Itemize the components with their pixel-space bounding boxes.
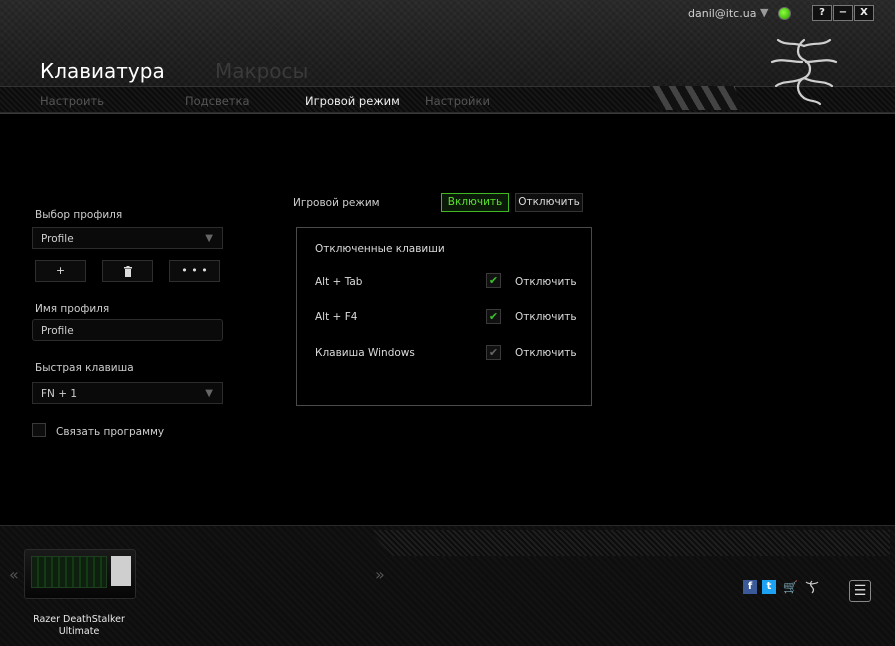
- alt-f4-disable-label: Отключить: [515, 311, 577, 323]
- header-stripes-decoration: [650, 86, 742, 110]
- more-options-button[interactable]: • • •: [169, 260, 220, 282]
- online-status-icon: [778, 7, 791, 20]
- profile-name-label: Имя профиля: [35, 303, 110, 315]
- checkmark-icon: ✔: [488, 274, 499, 287]
- disabled-keys-title: Отключенные клавиши: [315, 243, 445, 255]
- menu-button[interactable]: ☰: [849, 580, 871, 602]
- profile-name-input[interactable]: Profile: [32, 319, 223, 341]
- footer-stripes-decoration: [370, 530, 890, 556]
- checkmark-icon: ✔: [488, 346, 499, 359]
- shopping-cart-icon[interactable]: 🛒: [783, 580, 798, 594]
- header-divider: [0, 112, 895, 113]
- device-name: Razer DeathStalker Ultimate: [33, 614, 125, 637]
- razer-logo-icon: [770, 38, 838, 106]
- subtab-settings[interactable]: Настройки: [425, 94, 490, 108]
- key-windows-label: Клавиша Windows: [315, 347, 415, 359]
- disable-gaming-mode-button[interactable]: Отключить: [515, 193, 583, 212]
- facebook-icon[interactable]: f: [743, 580, 757, 594]
- hotkey-select[interactable]: FN + 1 ▼: [32, 382, 223, 404]
- close-button[interactable]: X: [854, 5, 874, 21]
- razer-small-icon[interactable]: [805, 580, 819, 594]
- subtab-customize[interactable]: Настроить: [40, 94, 104, 108]
- add-profile-button[interactable]: +: [35, 260, 86, 282]
- profile-select[interactable]: Profile ▼: [32, 227, 223, 249]
- subtab-lighting[interactable]: Подсветка: [185, 94, 250, 108]
- alt-tab-checkbox[interactable]: ✔: [486, 273, 501, 288]
- hotkey-label: Быстрая клавиша: [35, 362, 134, 374]
- link-program-label: Связать программу: [56, 426, 165, 438]
- key-alt-tab-label: Alt + Tab: [315, 276, 363, 288]
- windows-key-disable-label: Отключить: [515, 347, 577, 359]
- profile-select-label: Выбор профиля: [35, 209, 123, 221]
- user-email[interactable]: danil@itc.ua: [688, 7, 756, 20]
- gaming-mode-label: Игровой режим: [293, 197, 380, 209]
- account-dropdown-icon[interactable]: ▼: [760, 6, 768, 19]
- alt-f4-checkbox[interactable]: ✔: [486, 309, 501, 324]
- enable-gaming-mode-button[interactable]: Включить: [441, 193, 509, 212]
- link-program-checkbox[interactable]: [32, 423, 46, 437]
- chevron-down-icon: ▼: [205, 233, 213, 244]
- tab-keyboard[interactable]: Клавиатура: [40, 59, 165, 83]
- subtab-gaming-mode[interactable]: Игровой режим: [305, 94, 400, 108]
- twitter-icon[interactable]: t: [762, 580, 776, 594]
- trash-icon: [123, 266, 132, 277]
- profile-select-value: Profile: [41, 233, 74, 245]
- prev-device-button[interactable]: «: [9, 565, 19, 584]
- tab-macros[interactable]: Макросы: [215, 59, 308, 83]
- minimize-button[interactable]: −: [833, 5, 853, 21]
- checkmark-icon: ✔: [488, 310, 499, 323]
- windows-key-checkbox[interactable]: ✔: [486, 345, 501, 360]
- key-alt-f4-label: Alt + F4: [315, 311, 358, 323]
- alt-tab-disable-label: Отключить: [515, 276, 577, 288]
- delete-profile-button[interactable]: [102, 260, 153, 282]
- chevron-down-icon: ▼: [205, 388, 213, 399]
- keyboard-keys-graphic: [31, 556, 107, 588]
- hotkey-select-value: FN + 1: [41, 388, 78, 400]
- keyboard-touchpad-graphic: [111, 556, 131, 586]
- help-button[interactable]: ?: [812, 5, 832, 21]
- next-device-button[interactable]: »: [375, 565, 385, 584]
- device-image[interactable]: [24, 549, 136, 599]
- hamburger-icon: ☰: [853, 583, 867, 599]
